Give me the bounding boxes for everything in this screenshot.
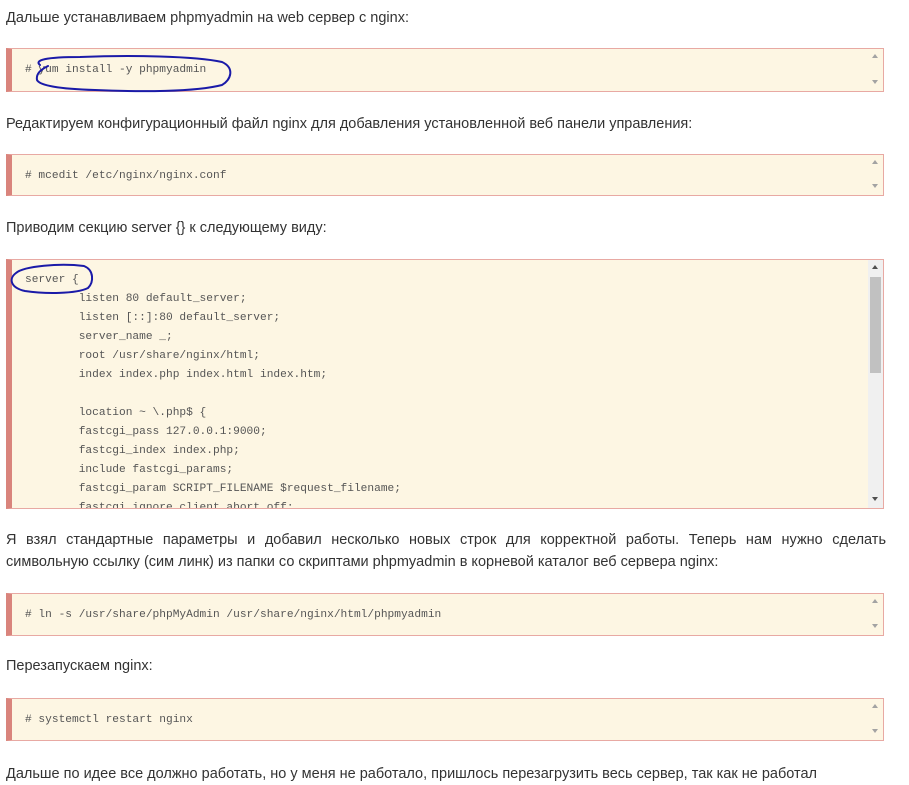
code-scrollbar[interactable] bbox=[868, 594, 883, 635]
code-text: # yum install -y phpmyadmin bbox=[25, 64, 207, 76]
code-scrollbar[interactable] bbox=[868, 155, 883, 195]
scroll-up-icon[interactable] bbox=[872, 160, 878, 164]
scroll-down-icon[interactable] bbox=[872, 624, 878, 628]
scroll-up-icon[interactable] bbox=[872, 704, 878, 708]
code-text: server { listen 80 default_server; liste… bbox=[25, 274, 401, 509]
paragraph-reboot: Дальше по идее все должно работать, но у… bbox=[6, 766, 818, 782]
code-scrollbar[interactable] bbox=[868, 260, 883, 508]
code-block-restart: # systemctl restart nginx bbox=[6, 698, 884, 741]
code-block-server-config: server { listen 80 default_server; liste… bbox=[6, 259, 884, 509]
paragraph-symlink: Я взял стандартные параметры и добавил н… bbox=[6, 532, 886, 570]
code-scrollbar[interactable] bbox=[868, 49, 883, 91]
paragraph-server-section: Приводим секцию server {} к следующему в… bbox=[6, 220, 327, 236]
scroll-up-icon[interactable] bbox=[872, 265, 878, 269]
scroll-up-icon[interactable] bbox=[872, 54, 878, 58]
code-text: # ln -s /usr/share/phpMyAdmin /usr/share… bbox=[25, 609, 442, 621]
code-block-mcedit: # mcedit /etc/nginx/nginx.conf bbox=[6, 154, 884, 196]
scroll-down-icon[interactable] bbox=[872, 729, 878, 733]
paragraph-edit-config: Редактируем конфигурационный файл nginx … bbox=[6, 116, 693, 132]
scroll-down-icon[interactable] bbox=[872, 80, 878, 84]
scroll-down-icon[interactable] bbox=[872, 184, 878, 188]
code-block-yum-install: # yum install -y phpmyadmin bbox=[6, 48, 884, 92]
code-text: # mcedit /etc/nginx/nginx.conf bbox=[25, 170, 227, 182]
code-scrollbar[interactable] bbox=[868, 699, 883, 740]
scroll-up-icon[interactable] bbox=[872, 599, 878, 603]
scroll-thumb[interactable] bbox=[870, 277, 881, 373]
code-block-symlink: # ln -s /usr/share/phpMyAdmin /usr/share… bbox=[6, 593, 884, 636]
code-text: # systemctl restart nginx bbox=[25, 714, 193, 726]
paragraph-restart: Перезапускаем nginx: bbox=[6, 658, 153, 674]
paragraph-install-intro: Дальше устанавливаем phpmyadmin на web с… bbox=[6, 10, 409, 26]
scroll-down-icon[interactable] bbox=[872, 497, 878, 501]
